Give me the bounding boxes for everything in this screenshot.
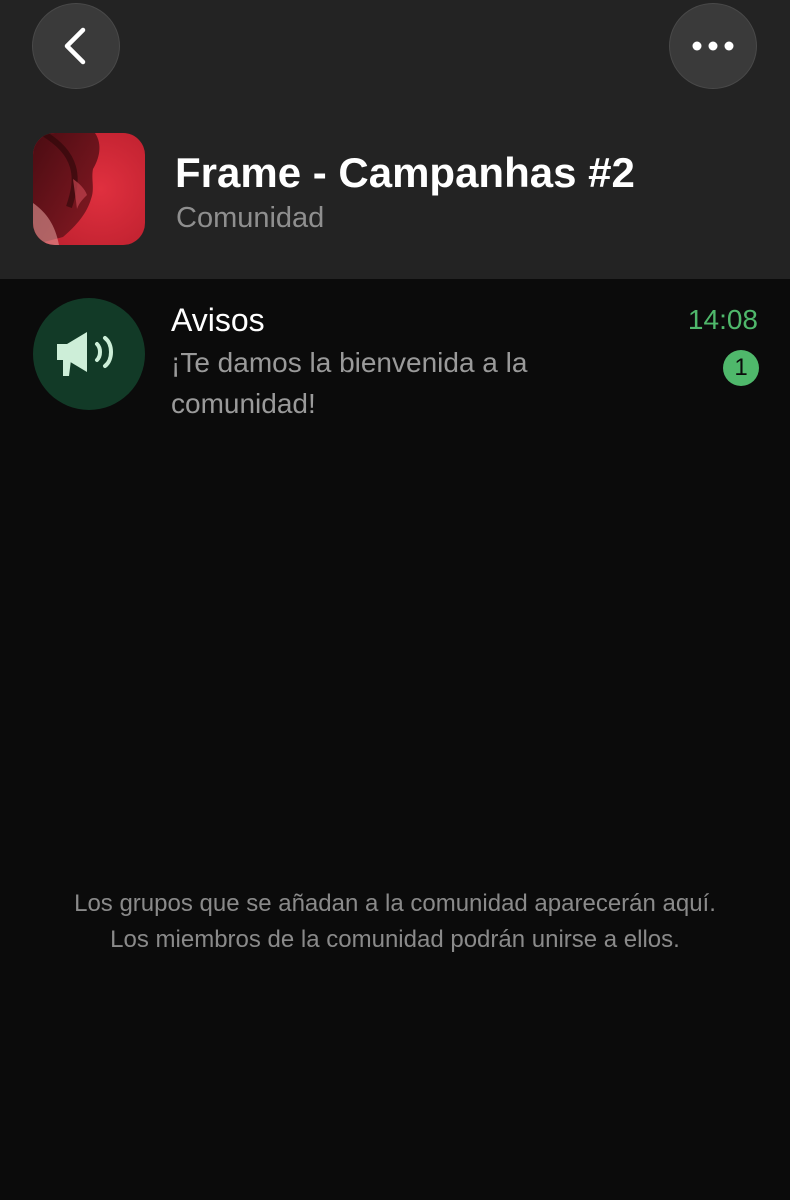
community-title: Frame - Campanhas #2	[175, 149, 635, 196]
ellipsis-icon	[692, 41, 734, 51]
back-button[interactable]	[32, 3, 120, 89]
chat-name: Avisos	[171, 302, 265, 338]
empty-groups-note-line-1: Los grupos que se añadan a la comunidad …	[74, 890, 716, 917]
community-subtitle: Comunidad	[176, 202, 325, 234]
chat-row-avisos[interactable]: Avisos ¡Te damos la bienvenida a la comu…	[0, 279, 790, 429]
community-header: Frame - Campanhas #2 Comunidad	[0, 0, 790, 279]
more-options-button[interactable]	[669, 3, 757, 89]
unread-badge: 1	[723, 350, 759, 386]
chat-timestamp: 14:08	[687, 304, 758, 335]
empty-groups-note-line-2: Los miembros de la comunidad podrán unir…	[110, 926, 680, 953]
community-screen: Frame - Campanhas #2 Comunidad Avisos ¡T…	[0, 0, 790, 1200]
announcement-avatar	[33, 298, 145, 410]
empty-groups-note: Los grupos que se añadan a la comunidad …	[0, 886, 790, 958]
avatar-image	[33, 133, 145, 245]
community-avatar[interactable]	[33, 133, 145, 245]
chat-last-message: ¡Te damos la bienvenida a la comunidad!	[171, 347, 528, 419]
chevron-left-icon	[64, 27, 86, 65]
megaphone-icon	[57, 332, 113, 376]
